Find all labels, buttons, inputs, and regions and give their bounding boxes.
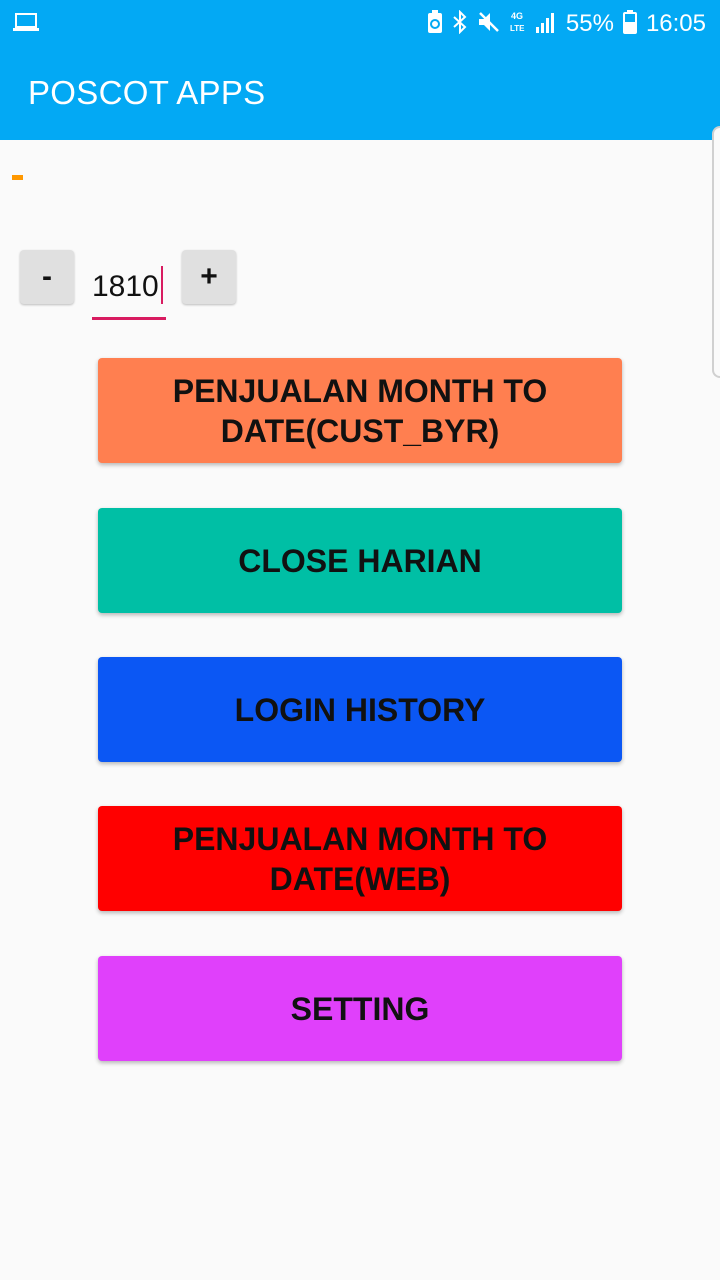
penjualan-web-button[interactable]: PENJUALAN MONTH TO DATE(WEB): [98, 806, 622, 911]
battery-saver-icon: [427, 9, 443, 39]
battery-icon: [622, 9, 637, 39]
text-cursor: [160, 266, 163, 304]
decrement-button[interactable]: -: [20, 250, 74, 304]
scrollbar[interactable]: [712, 126, 720, 378]
quantity-value: 1810: [92, 270, 159, 303]
bluetooth-icon: [452, 9, 468, 39]
app-bar: POSCOT APPS: [0, 48, 720, 140]
svg-text:4G: 4G: [511, 11, 523, 21]
login-history-button[interactable]: LOGIN HISTORY: [98, 657, 622, 762]
setting-button[interactable]: SETTING: [98, 956, 622, 1061]
status-icons: 4G LTE 55% 16:05: [427, 8, 706, 40]
increment-button[interactable]: +: [182, 250, 236, 304]
clock: 16:05: [645, 10, 706, 37]
orange-dash-indicator: [12, 175, 23, 180]
signal-icon: [535, 10, 557, 39]
4g-lte-icon: 4G LTE: [510, 9, 526, 40]
close-harian-button[interactable]: CLOSE HARIAN: [98, 508, 622, 613]
battery-percent: 55%: [565, 10, 614, 37]
app-title: POSCOT APPS: [28, 74, 266, 111]
penjualan-cust-byr-button[interactable]: PENJUALAN MONTH TO DATE(CUST_BYR): [98, 358, 622, 463]
quantity-input[interactable]: 1810: [92, 266, 166, 320]
status-bar: 4G LTE 55% 16:05: [0, 0, 720, 48]
laptop-icon: [13, 12, 39, 37]
svg-text:LTE: LTE: [510, 24, 525, 33]
mute-icon: [477, 10, 501, 39]
